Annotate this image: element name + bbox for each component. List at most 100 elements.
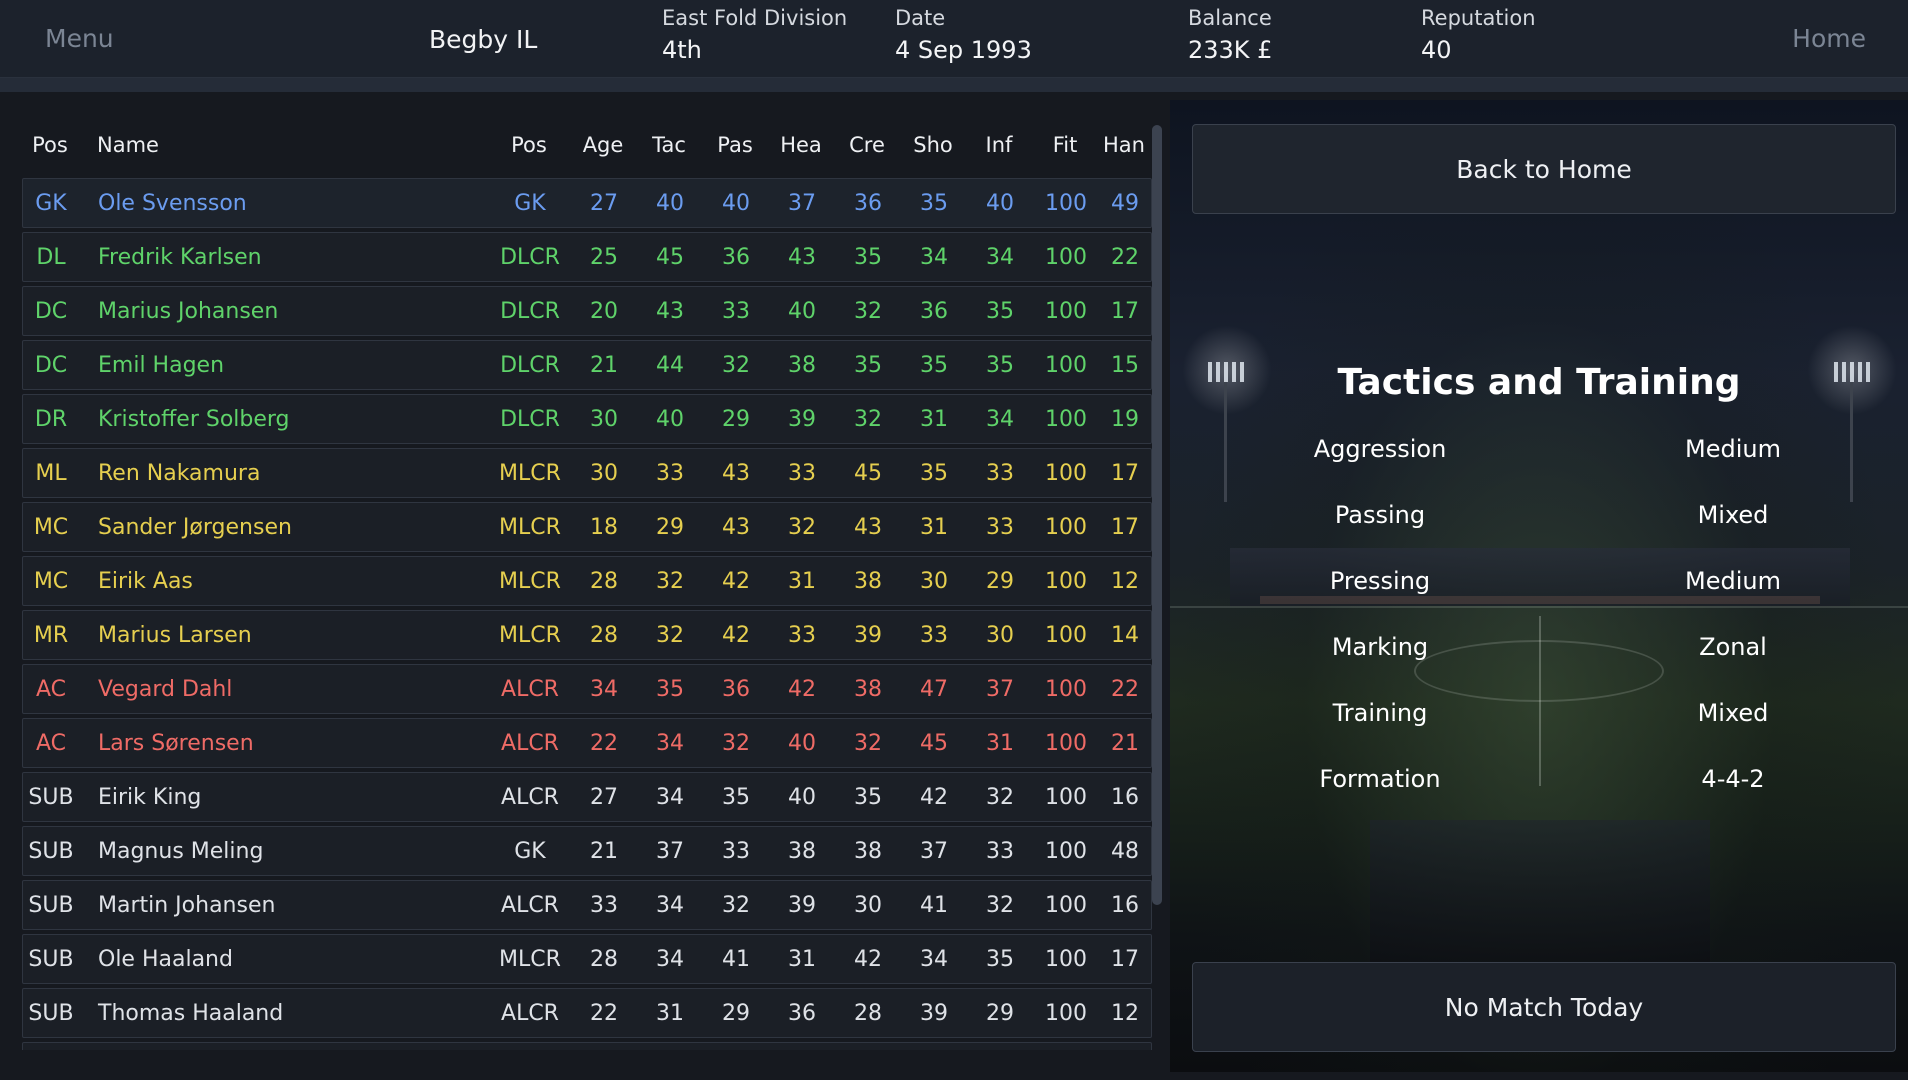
tactic-row-aggression[interactable]: Aggression Medium xyxy=(1170,435,1908,475)
club-name: Begby IL xyxy=(429,25,538,54)
player-inf: 32 xyxy=(986,785,1014,810)
player-age: 33 xyxy=(590,893,618,918)
player-han: 12 xyxy=(1111,1001,1139,1026)
player-role: MLCR xyxy=(499,461,561,486)
player-cre: 35 xyxy=(854,785,882,810)
table-row[interactable]: SUB Thomas Haaland ALCR 22 31 29 36 28 39 29 100 12 xyxy=(22,988,1152,1038)
player-inf: 35 xyxy=(986,353,1014,378)
player-name: Sander Jørgensen xyxy=(98,515,292,540)
player-age: 27 xyxy=(590,785,618,810)
player-hea: 40 xyxy=(788,731,816,756)
table-row[interactable]: SUB Martin Johansen ALCR 33 34 32 39 30 41 32 100 1… xyxy=(22,880,1152,930)
balance-label: Balance xyxy=(1188,6,1272,30)
table-row[interactable]: MC Sander Jørgensen MLCR 18 29 43 32 43 31 33 100 1… xyxy=(22,502,1152,552)
header-pas[interactable]: Pas xyxy=(702,120,768,170)
table-row[interactable]: ML Ren Nakamura MLCR 30 33 43 33 45 35 33 100 17 xyxy=(22,448,1152,498)
player-name: Ren Nakamura xyxy=(98,461,261,486)
table-row[interactable]: AC Vegard Dahl ALCR 34 35 36 42 38 47 37 100 22 xyxy=(22,664,1152,714)
header-tac[interactable]: Tac xyxy=(636,120,702,170)
table-row[interactable]: DR Kristoffer Solberg DLCR 30 40 29 39 32 31 34 10… xyxy=(22,394,1152,444)
reputation-value: 40 xyxy=(1421,36,1452,64)
tactic-row-passing[interactable]: Passing Mixed xyxy=(1170,501,1908,541)
tactic-row-training[interactable]: Training Mixed xyxy=(1170,699,1908,739)
top-bar: Menu Begby IL East Fold Division 4th Dat… xyxy=(0,0,1908,78)
table-row[interactable]: DC Emil Hagen DLCR 21 44 32 38 35 35 35 100 15 xyxy=(22,340,1152,390)
table-row[interactable]: MC Eirik Aas MLCR 28 32 42 31 38 30 29 100 12 xyxy=(22,556,1152,606)
table-row[interactable]: AC Lars Sørensen ALCR 22 34 32 40 32 45 31 100 21 xyxy=(22,718,1152,768)
player-hea: 39 xyxy=(788,893,816,918)
tactic-value[interactable]: Zonal xyxy=(1570,633,1896,661)
player-sho: 31 xyxy=(920,407,948,432)
player-hea: 37 xyxy=(788,191,816,216)
player-tac: 34 xyxy=(656,947,684,972)
player-inf: 30 xyxy=(986,623,1014,648)
player-pas: 29 xyxy=(722,407,750,432)
header-pos[interactable]: Pos xyxy=(22,120,78,170)
player-han: 17 xyxy=(1111,515,1139,540)
header-inf[interactable]: Inf xyxy=(966,120,1032,170)
player-inf: 33 xyxy=(986,461,1014,486)
player-pas: 43 xyxy=(722,461,750,486)
player-cre: 43 xyxy=(854,515,882,540)
player-sho: 42 xyxy=(920,785,948,810)
table-row[interactable]: SUB Ole Haaland MLCR 28 34 41 31 42 34 35 100 17 xyxy=(22,934,1152,984)
tactic-row-marking[interactable]: Marking Zonal xyxy=(1170,633,1908,673)
tactic-value[interactable]: Medium xyxy=(1570,435,1896,463)
tactic-value[interactable]: Medium xyxy=(1570,567,1896,595)
header-age[interactable]: Age xyxy=(570,120,636,170)
player-role: GK xyxy=(489,1043,571,1050)
player-name: Martin Johansen xyxy=(98,893,276,918)
table-row[interactable]: GK Ole Svensson GK 27 40 40 37 36 35 40 100 49 xyxy=(22,178,1152,228)
player-pos: DC xyxy=(34,299,68,324)
player-sho: 47 xyxy=(920,677,948,702)
tactic-value[interactable]: 4-4-2 xyxy=(1570,765,1896,793)
player-tac: 43 xyxy=(656,299,684,324)
player-pas: 36 xyxy=(722,677,750,702)
home-button[interactable]: Home xyxy=(1792,24,1866,53)
header-name[interactable]: Name xyxy=(97,120,477,170)
player-pos: GK xyxy=(35,191,67,216)
player-pos: DC xyxy=(34,353,68,378)
player-fit: 100 xyxy=(1045,731,1087,756)
squad-scrollbar[interactable] xyxy=(1152,125,1162,905)
back-to-home-button[interactable]: Back to Home xyxy=(1192,124,1896,214)
player-han: 22 xyxy=(1111,677,1139,702)
table-row[interactable]: RESErik SolskiærGK2734313131313210042 xyxy=(22,1042,1152,1050)
player-sho: 31 xyxy=(920,515,948,540)
player-role: ALCR xyxy=(501,731,559,756)
no-match-today-button[interactable]: No Match Today xyxy=(1192,962,1896,1052)
player-pos: DL xyxy=(36,245,66,270)
table-row[interactable]: MR Marius Larsen MLCR 28 32 42 33 39 33 30 100 14 xyxy=(22,610,1152,660)
player-age: 22 xyxy=(590,1001,618,1026)
player-inf: 29 xyxy=(986,569,1014,594)
menu-button[interactable]: Menu xyxy=(45,24,114,53)
player-role: MLCR xyxy=(499,515,561,540)
tactic-value[interactable]: Mixed xyxy=(1570,501,1896,529)
header-cre[interactable]: Cre xyxy=(834,120,900,170)
table-row[interactable]: DL Fredrik Karlsen DLCR 25 45 36 43 35 34 34 100 22 xyxy=(22,232,1152,282)
header-fit[interactable]: Fit xyxy=(1032,120,1098,170)
header-role[interactable]: Pos xyxy=(488,120,570,170)
tactic-row-formation[interactable]: Formation 4-4-2 xyxy=(1170,765,1908,805)
table-row[interactable]: SUB Magnus Meling GK 21 37 33 38 38 37 33 100 48 xyxy=(22,826,1152,876)
player-pos: ML xyxy=(35,461,67,486)
tactic-value[interactable]: Mixed xyxy=(1570,699,1896,727)
tactic-row-pressing[interactable]: Pressing Medium xyxy=(1170,567,1908,607)
player-fit: 100 xyxy=(1045,191,1087,216)
player-hea: 40 xyxy=(788,299,816,324)
player-pas: 42 xyxy=(722,569,750,594)
player-fit: 100 xyxy=(1045,515,1087,540)
player-role: ALCR xyxy=(501,677,559,702)
table-row[interactable]: SUB Eirik King ALCR 27 34 35 40 35 42 32 100 16 xyxy=(22,772,1152,822)
header-hea[interactable]: Hea xyxy=(768,120,834,170)
header-sho[interactable]: Sho xyxy=(900,120,966,170)
player-han: 22 xyxy=(1111,245,1139,270)
table-row[interactable]: DC Marius Johansen DLCR 20 43 33 40 32 36 35 100 17 xyxy=(22,286,1152,336)
header-han[interactable]: Han xyxy=(1098,120,1150,170)
player-hea: 38 xyxy=(788,353,816,378)
player-fit: 100 xyxy=(1033,1043,1099,1050)
player-inf: 35 xyxy=(986,947,1014,972)
player-pos: SUB xyxy=(28,785,74,810)
squad-table[interactable]: Pos Name Pos Age Tac Pas Hea Cre Sho Inf… xyxy=(22,120,1152,1050)
player-tac: 34 xyxy=(656,731,684,756)
